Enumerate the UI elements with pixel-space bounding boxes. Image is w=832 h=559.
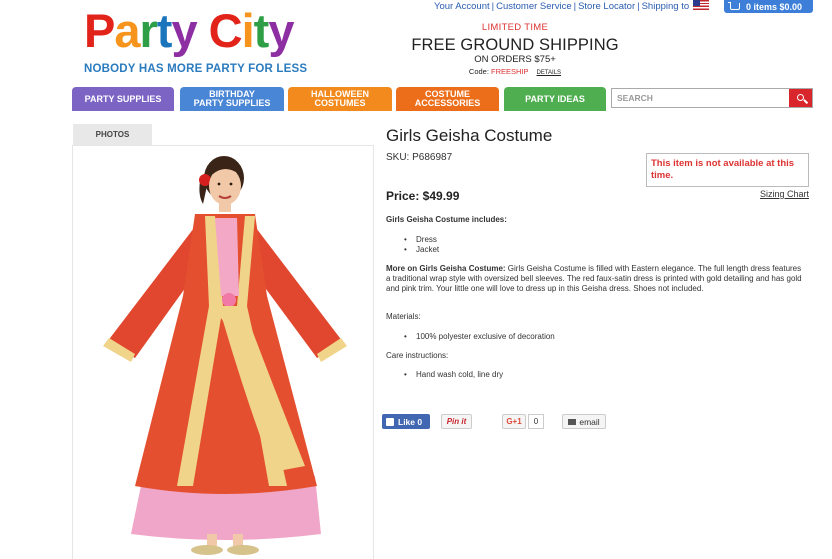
sizing-chart-link[interactable]: Sizing Chart: [760, 189, 809, 199]
google-plus-button[interactable]: G+1: [502, 414, 526, 429]
logo-letter: t: [156, 4, 173, 57]
care-heading: Care instructions:: [386, 351, 449, 360]
utility-links: Your Account | Customer Service | Store Loca…: [434, 0, 710, 12]
logo-letter: P: [84, 4, 115, 57]
email-label: email: [579, 416, 600, 427]
list-item: Hand wash cold, line dry: [404, 370, 503, 380]
nav-label: PARTY SUPPLIES: [193, 98, 271, 108]
logo-tagline: NOBODY HAS MORE PARTY FOR LESS: [84, 63, 308, 75]
separator: |: [637, 1, 640, 12]
logo-letter: a: [114, 4, 140, 57]
separator: |: [573, 1, 577, 12]
nav-label: PARTY IDEAS: [525, 93, 585, 104]
promo-code-label: Code:: [468, 67, 489, 76]
nav-halloween-costumes[interactable]: HALLOWEEN COSTUMES: [288, 87, 392, 111]
includes-heading: Girls Geisha Costume includes:: [386, 215, 806, 225]
nav-party-supplies[interactable]: PARTY SUPPLIES: [72, 87, 174, 111]
logo-letter: [197, 6, 209, 56]
us-flag-icon[interactable]: [693, 0, 710, 10]
promo-code-line: Code: FREESHIP DETAILS: [390, 67, 640, 76]
care-list: Hand wash cold, line dry: [404, 370, 503, 380]
party-city-logo[interactable]: Party City NOBODY HAS MORE PARTY FOR LES…: [84, 4, 308, 76]
pinterest-button[interactable]: Pin it: [441, 414, 472, 429]
includes-heading-text: Girls Geisha Costume includes:: [386, 215, 507, 224]
cart-icon: [728, 1, 740, 10]
includes-list: Dress Jacket: [404, 235, 439, 255]
shipping-promo: LIMITED TIME FREE GROUND SHIPPING ON ORD…: [390, 22, 640, 76]
nav-label: PARTY SUPPLIES: [84, 93, 162, 104]
materials-list: 100% polyester exclusive of decoration: [404, 332, 555, 342]
logo-letter: y: [268, 4, 294, 57]
logo-letter: C: [208, 4, 243, 57]
separator: |: [491, 1, 495, 12]
materials-heading: Materials:: [386, 312, 421, 321]
email-button[interactable]: email: [562, 414, 606, 429]
list-item: Jacket: [404, 245, 439, 255]
thumbs-up-icon: [386, 417, 394, 426]
product-title: Girls Geisha Costume: [386, 126, 553, 145]
store-locator-link[interactable]: Store Locator: [578, 1, 635, 12]
logo-letter: y: [171, 4, 197, 57]
logo-letter: t: [253, 4, 270, 57]
logo-letter: i: [241, 4, 255, 57]
description-label: More on Girls Geisha Costume:: [386, 264, 506, 273]
nav-label: ACCESSORIES: [414, 98, 481, 108]
product-photo[interactable]: [73, 146, 374, 559]
promo-limited: LIMITED TIME: [481, 22, 549, 33]
your-account-link[interactable]: Your Account: [434, 1, 490, 12]
cart-button[interactable]: 0 items $0.00: [724, 0, 813, 13]
promo-headline: FREE GROUND SHIPPING: [411, 36, 619, 54]
promo-details-link[interactable]: DETAILS: [537, 70, 562, 76]
list-item: Dress: [404, 235, 439, 245]
promo-code: FREESHIP: [491, 67, 529, 76]
promo-sub: ON ORDERS $75+: [474, 54, 556, 65]
search-icon: [796, 93, 804, 101]
nav-label: COSTUMES: [314, 98, 366, 108]
shipping-to-link[interactable]: Shipping to: [642, 1, 690, 12]
photos-tab[interactable]: PHOTOS: [73, 124, 152, 145]
nav-birthday-party-supplies[interactable]: BIRTHDAY PARTY SUPPLIES: [180, 87, 284, 111]
list-item: 100% polyester exclusive of decoration: [404, 332, 555, 342]
product-description: More on Girls Geisha Costume: Girls Geis…: [386, 264, 806, 294]
product-sku: SKU: P686987: [386, 152, 453, 163]
nav-costume-accessories[interactable]: COSTUME ACCESSORIES: [396, 87, 499, 111]
nav-party-ideas[interactable]: PARTY IDEAS: [504, 87, 606, 111]
like-label: Like 0: [398, 416, 423, 427]
envelope-icon: [568, 418, 577, 425]
product-image-frame: [72, 145, 374, 559]
facebook-like-button[interactable]: Like 0: [382, 414, 430, 429]
logo-wordmark: Party City: [84, 4, 294, 57]
cart-label: 0 items $0.00: [746, 1, 803, 12]
logo-letter: r: [139, 4, 158, 57]
search-button[interactable]: [789, 89, 812, 107]
unavailable-notice: This item is not available at this time.: [646, 153, 809, 187]
search-input[interactable]: [612, 89, 787, 107]
product-price: Price: $49.99: [386, 189, 460, 203]
google-plus-count: 0: [528, 414, 544, 429]
customer-service-link[interactable]: Customer Service: [496, 1, 572, 12]
search-box: [611, 88, 813, 108]
